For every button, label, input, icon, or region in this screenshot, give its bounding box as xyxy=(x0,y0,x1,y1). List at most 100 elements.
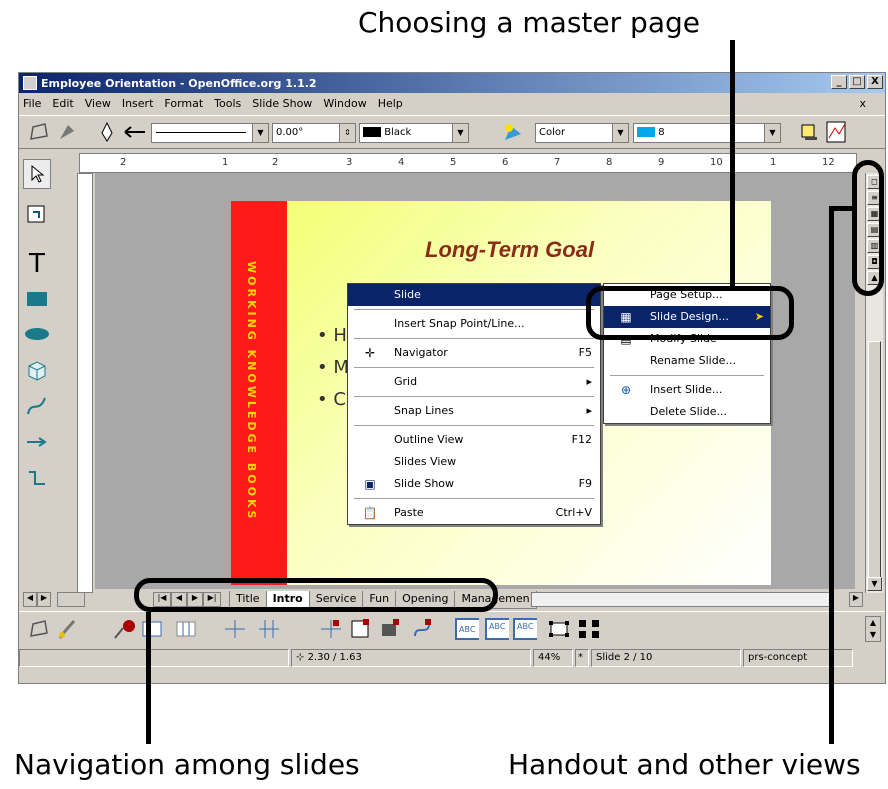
line-arrow-icon[interactable] xyxy=(23,427,51,457)
bullet-3: • C xyxy=(317,389,346,410)
connector-icon[interactable] xyxy=(23,463,51,493)
context-item-snap-lines[interactable]: Snap Lines ▸ xyxy=(348,400,600,422)
area-style-select[interactable]: Color ▼ xyxy=(535,123,629,143)
red-side-strip: WORKING KNOWLEDGE BOOKS xyxy=(231,201,287,585)
curve-icon[interactable] xyxy=(23,391,51,421)
rectangle-icon[interactable] xyxy=(23,283,51,313)
submenu-item-insert-slide[interactable]: ⊕ Insert Slide... xyxy=(604,379,770,401)
snap-to-lines-icon[interactable] xyxy=(319,617,343,641)
horizontal-scrollbar[interactable] xyxy=(531,592,831,607)
hscroll-right-button[interactable]: ▶ xyxy=(849,592,863,607)
zoom-pan-icon[interactable] xyxy=(23,199,51,229)
snap-to-page-margins-icon[interactable] xyxy=(349,617,373,641)
shadow-icon[interactable] xyxy=(797,120,821,144)
guides-when-moving-icon[interactable] xyxy=(257,617,281,641)
paste-icon: 📋 xyxy=(362,506,378,520)
context-item-navigator[interactable]: ✛ Navigator F5 xyxy=(348,342,600,364)
menu-window[interactable]: Window xyxy=(323,97,366,110)
snap-to-object-border-icon[interactable] xyxy=(379,617,403,641)
context-item-slide[interactable]: Slide xyxy=(348,284,600,306)
menu-help[interactable]: Help xyxy=(378,97,403,110)
highlight-view-buttons xyxy=(852,160,884,296)
callout-handout: Handout and other views xyxy=(508,748,861,781)
submenu-item-rename-slide[interactable]: Rename Slide... xyxy=(604,350,770,372)
divider xyxy=(354,338,594,339)
rotation-mode-icon[interactable] xyxy=(113,617,137,641)
document-close-button[interactable]: x xyxy=(859,97,866,110)
area-style-icon[interactable] xyxy=(501,120,525,144)
line-width-field[interactable]: 0.00° ⇕ xyxy=(272,123,356,143)
status-zoom[interactable]: 44% xyxy=(533,649,573,667)
chart-icon[interactable] xyxy=(825,120,849,144)
edit-points-bottom-icon[interactable] xyxy=(27,617,51,641)
context-item-outline-view[interactable]: Outline View F12 xyxy=(348,429,600,451)
menu-tools[interactable]: Tools xyxy=(214,97,241,110)
divider xyxy=(610,375,764,376)
insert-slide-icon: ⊕ xyxy=(620,383,632,397)
status-position: ⊹ 2.30 / 1.63 xyxy=(291,649,531,667)
title-bar: Employee Orientation - OpenOffice.org 1.… xyxy=(19,73,885,93)
spin-icon: ⇕ xyxy=(339,124,355,142)
highlight-navigation xyxy=(134,578,498,612)
context-item-insert-snap-point[interactable]: Insert Snap Point/Line... xyxy=(348,313,600,335)
svg-text:ABC: ABC xyxy=(517,622,534,631)
slide-title: Long-Term Goal xyxy=(425,237,595,262)
line-color-select[interactable]: Black ▼ xyxy=(359,123,469,143)
slideshow-icon: ▣ xyxy=(364,477,376,491)
abc-select-text-icon[interactable]: ABC xyxy=(485,617,509,641)
text-tool-icon[interactable]: T xyxy=(23,249,51,279)
pointer-line-handout-elbow xyxy=(829,206,854,211)
effects-icon[interactable] xyxy=(55,120,79,144)
divider xyxy=(354,367,594,368)
drawing-toolbar: T xyxy=(19,151,53,581)
pointer-line-navigation xyxy=(146,612,151,744)
arrow-style-icon[interactable] xyxy=(123,120,147,144)
pointer-line-master xyxy=(730,40,735,288)
context-item-paste[interactable]: 📋 Paste Ctrl+V xyxy=(348,502,600,524)
bullet-1: • H xyxy=(317,325,347,346)
menu-edit[interactable]: Edit xyxy=(52,97,73,110)
area-fill-select[interactable]: 8 ▼ xyxy=(633,123,781,143)
window-title: Employee Orientation - OpenOffice.org 1.… xyxy=(41,76,317,90)
line-icon[interactable] xyxy=(95,120,119,144)
context-menu: Slide Insert Snap Point/Line... ✛ Naviga… xyxy=(347,283,601,525)
scroll-thumb[interactable] xyxy=(868,341,881,581)
scroll-right-button[interactable]: ▶ xyxy=(37,592,51,607)
submenu-arrow-icon: ▸ xyxy=(586,404,592,417)
edit-points-icon[interactable] xyxy=(27,120,51,144)
svg-text:ABC: ABC xyxy=(459,625,476,634)
maximize-button[interactable]: □ xyxy=(849,75,865,89)
status-master-page: prs-concept xyxy=(743,649,853,667)
menu-view[interactable]: View xyxy=(85,97,111,110)
menu-file[interactable]: File xyxy=(23,97,41,110)
abc-quick-edit-icon[interactable]: ABC xyxy=(455,617,479,641)
simple-handles-icon[interactable] xyxy=(547,617,571,641)
large-handles-icon[interactable] xyxy=(577,617,601,641)
callout-master-page: Choosing a master page xyxy=(358,6,700,39)
pointer-line-handout xyxy=(829,206,834,744)
guides-icon[interactable] xyxy=(223,617,247,641)
line-style-select[interactable]: ▼ xyxy=(151,123,269,143)
scroll-left-button[interactable]: ◀ xyxy=(23,592,37,607)
abc-double-click-edit-icon[interactable]: ABC xyxy=(513,617,537,641)
snap-to-grid-icon[interactable] xyxy=(175,617,199,641)
toolbar-scroll-arrows[interactable]: ▲ ▼ xyxy=(865,616,881,642)
vertical-ruler xyxy=(77,173,93,593)
select-arrow-icon[interactable] xyxy=(23,159,51,189)
glue-points-icon[interactable] xyxy=(55,617,79,641)
layer-mode-buttons[interactable] xyxy=(57,592,85,607)
snap-to-object-points-icon[interactable] xyxy=(411,617,435,641)
menu-slide-show[interactable]: Slide Show xyxy=(252,97,312,110)
scroll-down-button[interactable]: ▼ xyxy=(867,577,882,591)
context-item-slides-view[interactable]: Slides View xyxy=(348,451,600,473)
cube-3d-icon[interactable] xyxy=(23,355,51,385)
context-item-grid[interactable]: Grid ▸ xyxy=(348,371,600,393)
minimize-button[interactable]: _ xyxy=(831,75,847,89)
submenu-item-delete-slide[interactable]: Delete Slide... xyxy=(604,401,770,423)
ellipse-icon[interactable] xyxy=(23,319,51,349)
close-button[interactable]: X xyxy=(867,75,883,89)
menu-format[interactable]: Format xyxy=(164,97,203,110)
menu-insert[interactable]: Insert xyxy=(122,97,154,110)
show-grid-icon[interactable] xyxy=(141,617,165,641)
context-item-slide-show[interactable]: ▣ Slide Show F9 xyxy=(348,473,600,495)
